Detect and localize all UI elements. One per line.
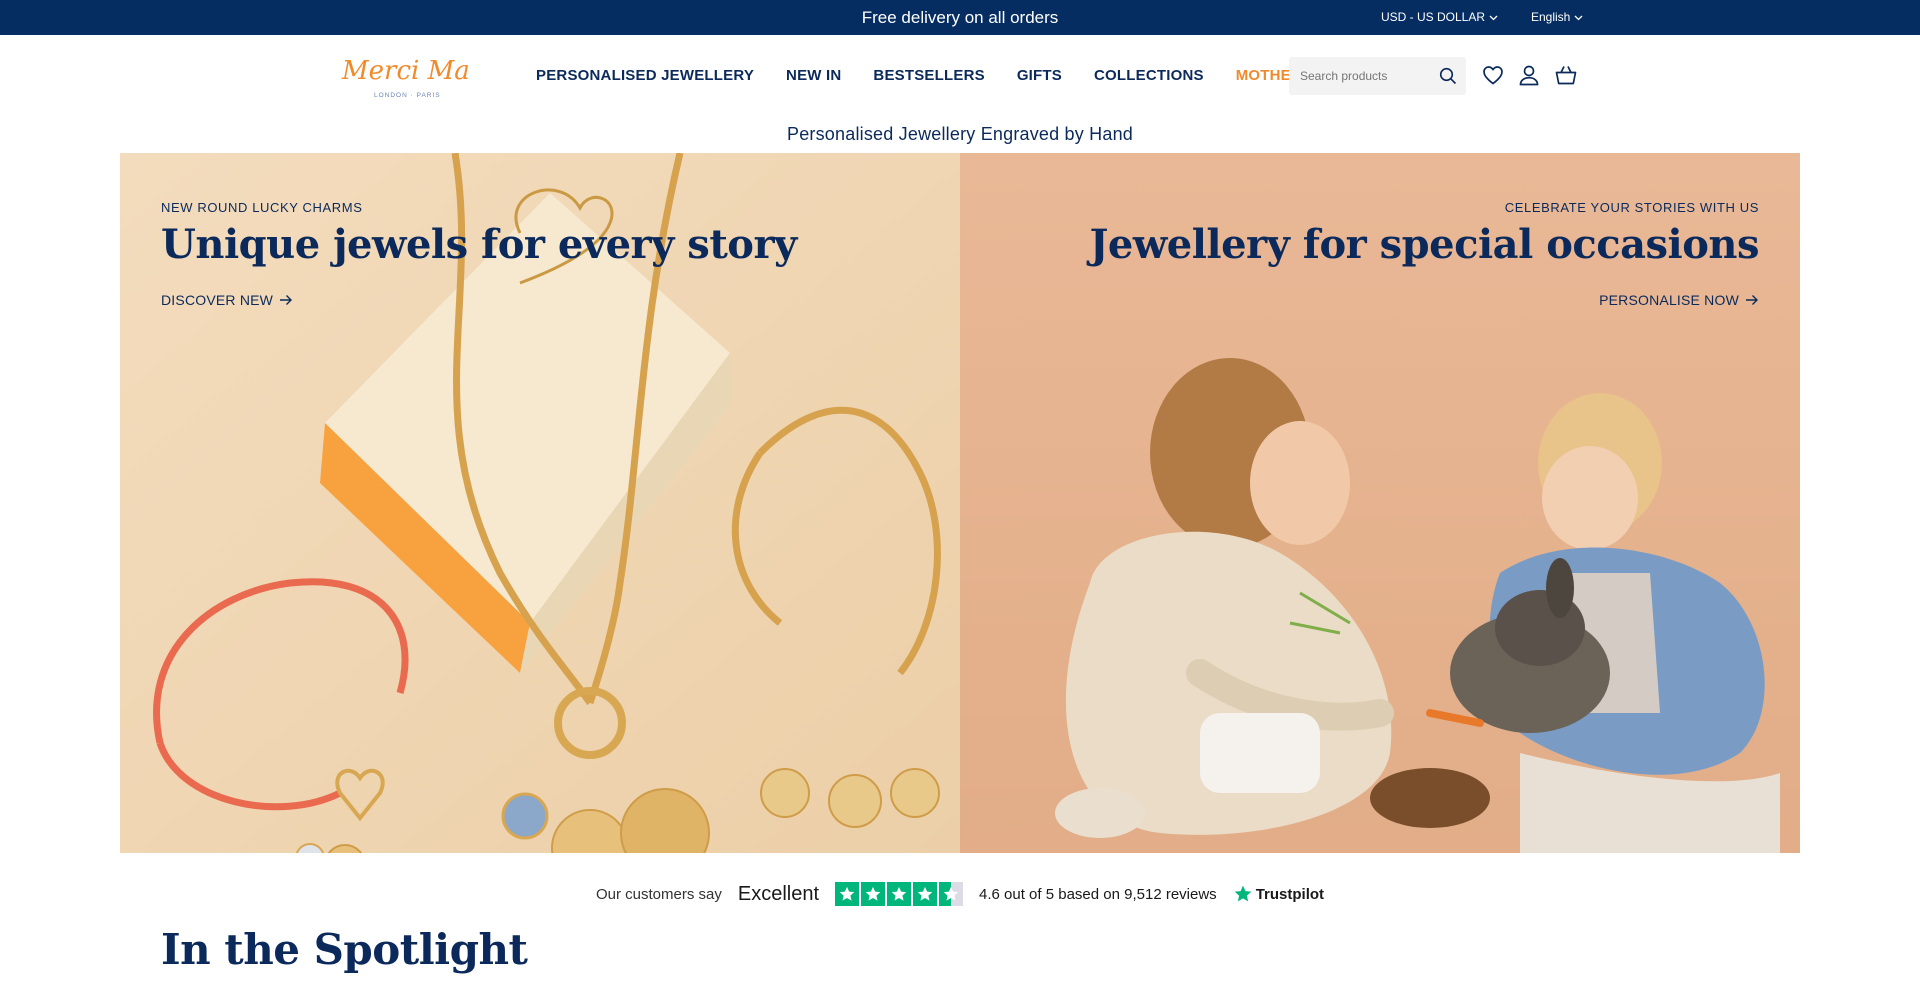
currency-label: USD - US DOLLAR [1381, 10, 1486, 24]
spotlight-heading: In the Spotlight [161, 925, 528, 974]
free-delivery-text: Free delivery on all orders [861, 8, 1059, 27]
site-header: Merci Maman LONDON · PARIS PERSONALISED … [0, 35, 1920, 115]
hero-banner-left[interactable]: NEW ROUND LUCKY CHARMS Unique jewels for… [120, 153, 960, 853]
hero-left-eyebrow: NEW ROUND LUCKY CHARMS [161, 200, 363, 215]
nav-personalised-jewellery[interactable]: PERSONALISED JEWELLERY [536, 67, 754, 84]
trustpilot-star-icon [1234, 885, 1252, 902]
chevron-down-icon [1489, 15, 1498, 20]
star-rating [835, 882, 964, 906]
site-tagline: Personalised Jewellery Engraved by Hand [787, 124, 1133, 144]
arrow-right-icon [280, 295, 293, 305]
nav-collections[interactable]: COLLECTIONS [1094, 67, 1204, 84]
star-icon [887, 882, 912, 906]
discover-new-label: DISCOVER NEW [161, 292, 274, 308]
account-icon[interactable] [1517, 63, 1541, 87]
star-icon [861, 882, 886, 906]
language-label: English [1531, 10, 1571, 24]
heart-icon[interactable] [1481, 63, 1505, 87]
trustpilot-brand: Trustpilot [1255, 885, 1325, 903]
nav-new-in[interactable]: NEW IN [786, 67, 841, 84]
star-icon [835, 882, 860, 906]
review-score-text: 4.6 out of 5 based on 9,512 reviews [979, 885, 1217, 903]
half-star-icon [939, 882, 964, 906]
language-selector[interactable]: English [1531, 0, 1583, 35]
arrow-right-icon [1746, 295, 1758, 305]
merci-maman-logo[interactable]: Merci Maman LONDON · PARIS [340, 51, 470, 101]
search-input[interactable] [1289, 57, 1429, 95]
search-icon[interactable] [1439, 67, 1457, 85]
hero-right-eyebrow: CELEBRATE YOUR STORIES WITH US [1504, 200, 1759, 215]
main-nav: PERSONALISED JEWELLERY NEW IN BESTSELLER… [536, 35, 1383, 115]
customers-say-label: Our customers say [595, 885, 722, 903]
star-icon [913, 882, 938, 906]
svg-text:LONDON · PARIS: LONDON · PARIS [374, 92, 441, 99]
hero-banner-right[interactable]: CELEBRATE YOUR STORIES WITH US Jewellery… [960, 153, 1800, 853]
nav-bestsellers[interactable]: BESTSELLERS [873, 67, 984, 84]
trustpilot-logo[interactable]: Trustpilot [1233, 884, 1324, 904]
currency-selector[interactable]: USD - US DOLLAR [1381, 0, 1498, 35]
rating-word: Excellent [737, 882, 820, 905]
chevron-down-icon [1574, 15, 1583, 20]
hero-left-title: Unique jewels for every story [161, 221, 797, 268]
basket-icon[interactable] [1554, 63, 1578, 87]
personalise-now-label: PERSONALISE NOW [1599, 292, 1739, 308]
search-box [1289, 57, 1466, 95]
trustpilot-widget[interactable]: Our customers say Excellent 4.6 out of 5… [0, 853, 1920, 935]
hero-right-title: Jewellery for special occasions [1089, 221, 1759, 268]
discover-new-link[interactable]: DISCOVER NEW [161, 292, 293, 308]
announcement-bar: Free delivery on all orders USD - US DOL… [0, 0, 1920, 35]
nav-gifts[interactable]: GIFTS [1017, 67, 1062, 84]
svg-text:Merci Maman: Merci Maman [341, 56, 470, 86]
personalise-now-link[interactable]: PERSONALISE NOW [1599, 292, 1759, 308]
